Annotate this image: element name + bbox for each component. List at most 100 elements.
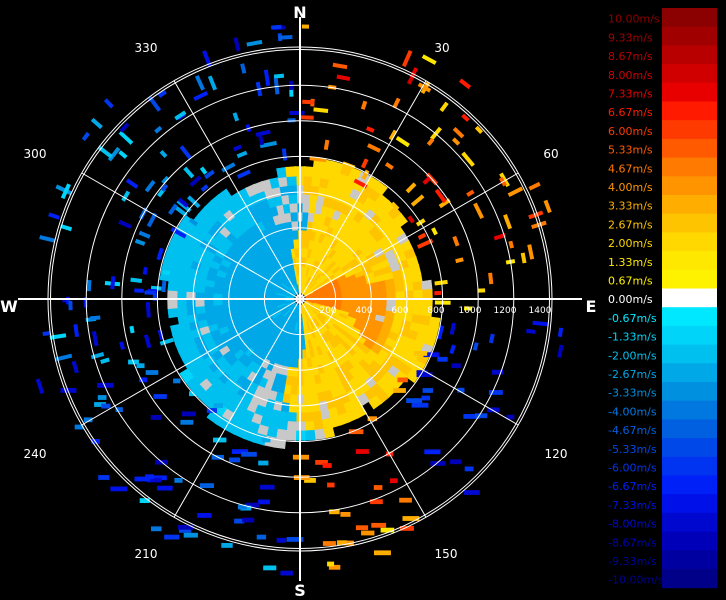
legend-label: -10.00m/s	[608, 574, 664, 587]
echo-segment	[464, 466, 474, 472]
legend-label: -1.33m/s	[608, 331, 657, 344]
cardinal-north: N	[293, 3, 306, 22]
bearing-label-150: 150	[435, 547, 458, 561]
echo-bin	[167, 298, 178, 310]
legend-label: 9.33m/s	[608, 31, 653, 44]
range-label-200: 200	[319, 306, 336, 316]
cardinal-west: W	[0, 297, 18, 316]
echo-segment	[475, 413, 488, 419]
legend-swatch	[662, 456, 717, 476]
legend-swatch	[662, 8, 717, 28]
bearing-label-30: 30	[434, 41, 449, 55]
echo-segment	[300, 115, 314, 120]
echo-segment	[173, 378, 181, 384]
legend-swatch	[662, 419, 717, 439]
bearing-label-240: 240	[24, 447, 47, 461]
legend-label: 5.33m/s	[608, 144, 653, 157]
echo-bin	[288, 193, 298, 204]
echo-segment	[413, 351, 428, 356]
legend-label: -8.67m/s	[608, 536, 657, 549]
echo-segment	[110, 486, 128, 492]
cardinal-east: E	[586, 297, 597, 316]
echo-segment	[68, 300, 73, 311]
legend-swatch	[662, 82, 717, 102]
echo-segment	[174, 478, 183, 483]
echo-segment	[136, 363, 145, 369]
legend-label: 8.67m/s	[608, 50, 653, 63]
range-label-1400: 1400	[529, 306, 552, 316]
legend-swatch	[662, 232, 717, 252]
echo-segment	[322, 463, 332, 468]
bearing-label-210: 210	[135, 547, 158, 561]
legend-label: 0.00m/s	[608, 293, 653, 306]
legend-swatch	[662, 138, 717, 159]
echo-segment	[164, 534, 180, 540]
echo-segment	[477, 288, 486, 293]
echo-bin	[285, 166, 297, 178]
legend-swatch	[662, 213, 717, 233]
echo-segment	[406, 398, 423, 403]
echo-segment	[355, 449, 369, 454]
echo-bin	[303, 429, 316, 441]
legend-label: -7.33m/s	[608, 499, 657, 512]
legend-swatch	[662, 307, 717, 327]
legend-label: -2.00m/s	[608, 349, 657, 362]
legend-label: 1.33m/s	[608, 256, 653, 269]
echo-bin	[289, 202, 298, 213]
legend-label: 2.67m/s	[608, 218, 653, 231]
echo-segment	[256, 534, 267, 540]
legend-swatch	[662, 569, 717, 589]
echo-segment	[197, 513, 212, 518]
legend-label: -4.00m/s	[608, 405, 657, 418]
echo-segment	[183, 532, 198, 538]
legend-label: 7.33m/s	[608, 88, 653, 101]
echo-segment	[258, 460, 269, 466]
legend-label: 6.00m/s	[608, 125, 653, 138]
echo-segment	[276, 537, 287, 543]
legend-swatch	[662, 494, 717, 514]
range-label-1200: 1200	[494, 306, 517, 316]
echo-segment	[399, 497, 412, 503]
echo-segment	[221, 543, 233, 548]
legend-label: 2.00m/s	[608, 237, 653, 250]
echo-segment	[374, 550, 391, 556]
legend-label: -9.33m/s	[608, 555, 657, 568]
legend-swatch	[662, 550, 717, 570]
legend-label: -6.00m/s	[608, 462, 657, 475]
echo-segment	[258, 499, 270, 505]
echo-segment	[434, 290, 442, 296]
legend-label: 3.33m/s	[608, 200, 653, 213]
legend-swatch	[662, 325, 717, 346]
echo-bin	[286, 175, 297, 187]
echo-segment	[241, 451, 257, 457]
legend-label: -5.33m/s	[608, 443, 657, 456]
legend-label: 6.67m/s	[608, 106, 653, 119]
echo-segment	[327, 482, 335, 488]
echo-segment	[177, 524, 194, 530]
echo-segment	[424, 449, 441, 455]
echo-bin	[294, 247, 300, 258]
legend-zero-band	[662, 288, 717, 308]
echo-segment	[361, 530, 375, 536]
legend-swatch	[662, 512, 717, 533]
legend-swatch	[662, 64, 717, 84]
echo-segment	[389, 478, 398, 484]
velocity-legend: 10.00m/s 9.33m/s 8.67m/s 8.00m/s 7.33m/s 6.67…	[607, 8, 717, 589]
echo-segment	[134, 288, 144, 293]
echo-bin	[291, 220, 299, 231]
legend-label: -6.67m/s	[608, 480, 657, 493]
echo-segment	[242, 517, 255, 523]
echo-segment	[322, 541, 336, 546]
echo-bin	[302, 394, 312, 405]
legend-label: 8.00m/s	[608, 69, 653, 82]
legend-label: -3.33m/s	[608, 387, 657, 400]
range-label-400: 400	[355, 306, 372, 316]
legend-swatch	[662, 26, 717, 46]
bearing-label-300: 300	[24, 147, 47, 161]
legend-swatch	[662, 363, 717, 383]
echo-segment	[151, 526, 162, 532]
echo-segment	[199, 483, 214, 488]
echo-segment	[355, 525, 369, 531]
range-label-1000: 1000	[459, 306, 482, 316]
echo-segment	[280, 570, 293, 576]
